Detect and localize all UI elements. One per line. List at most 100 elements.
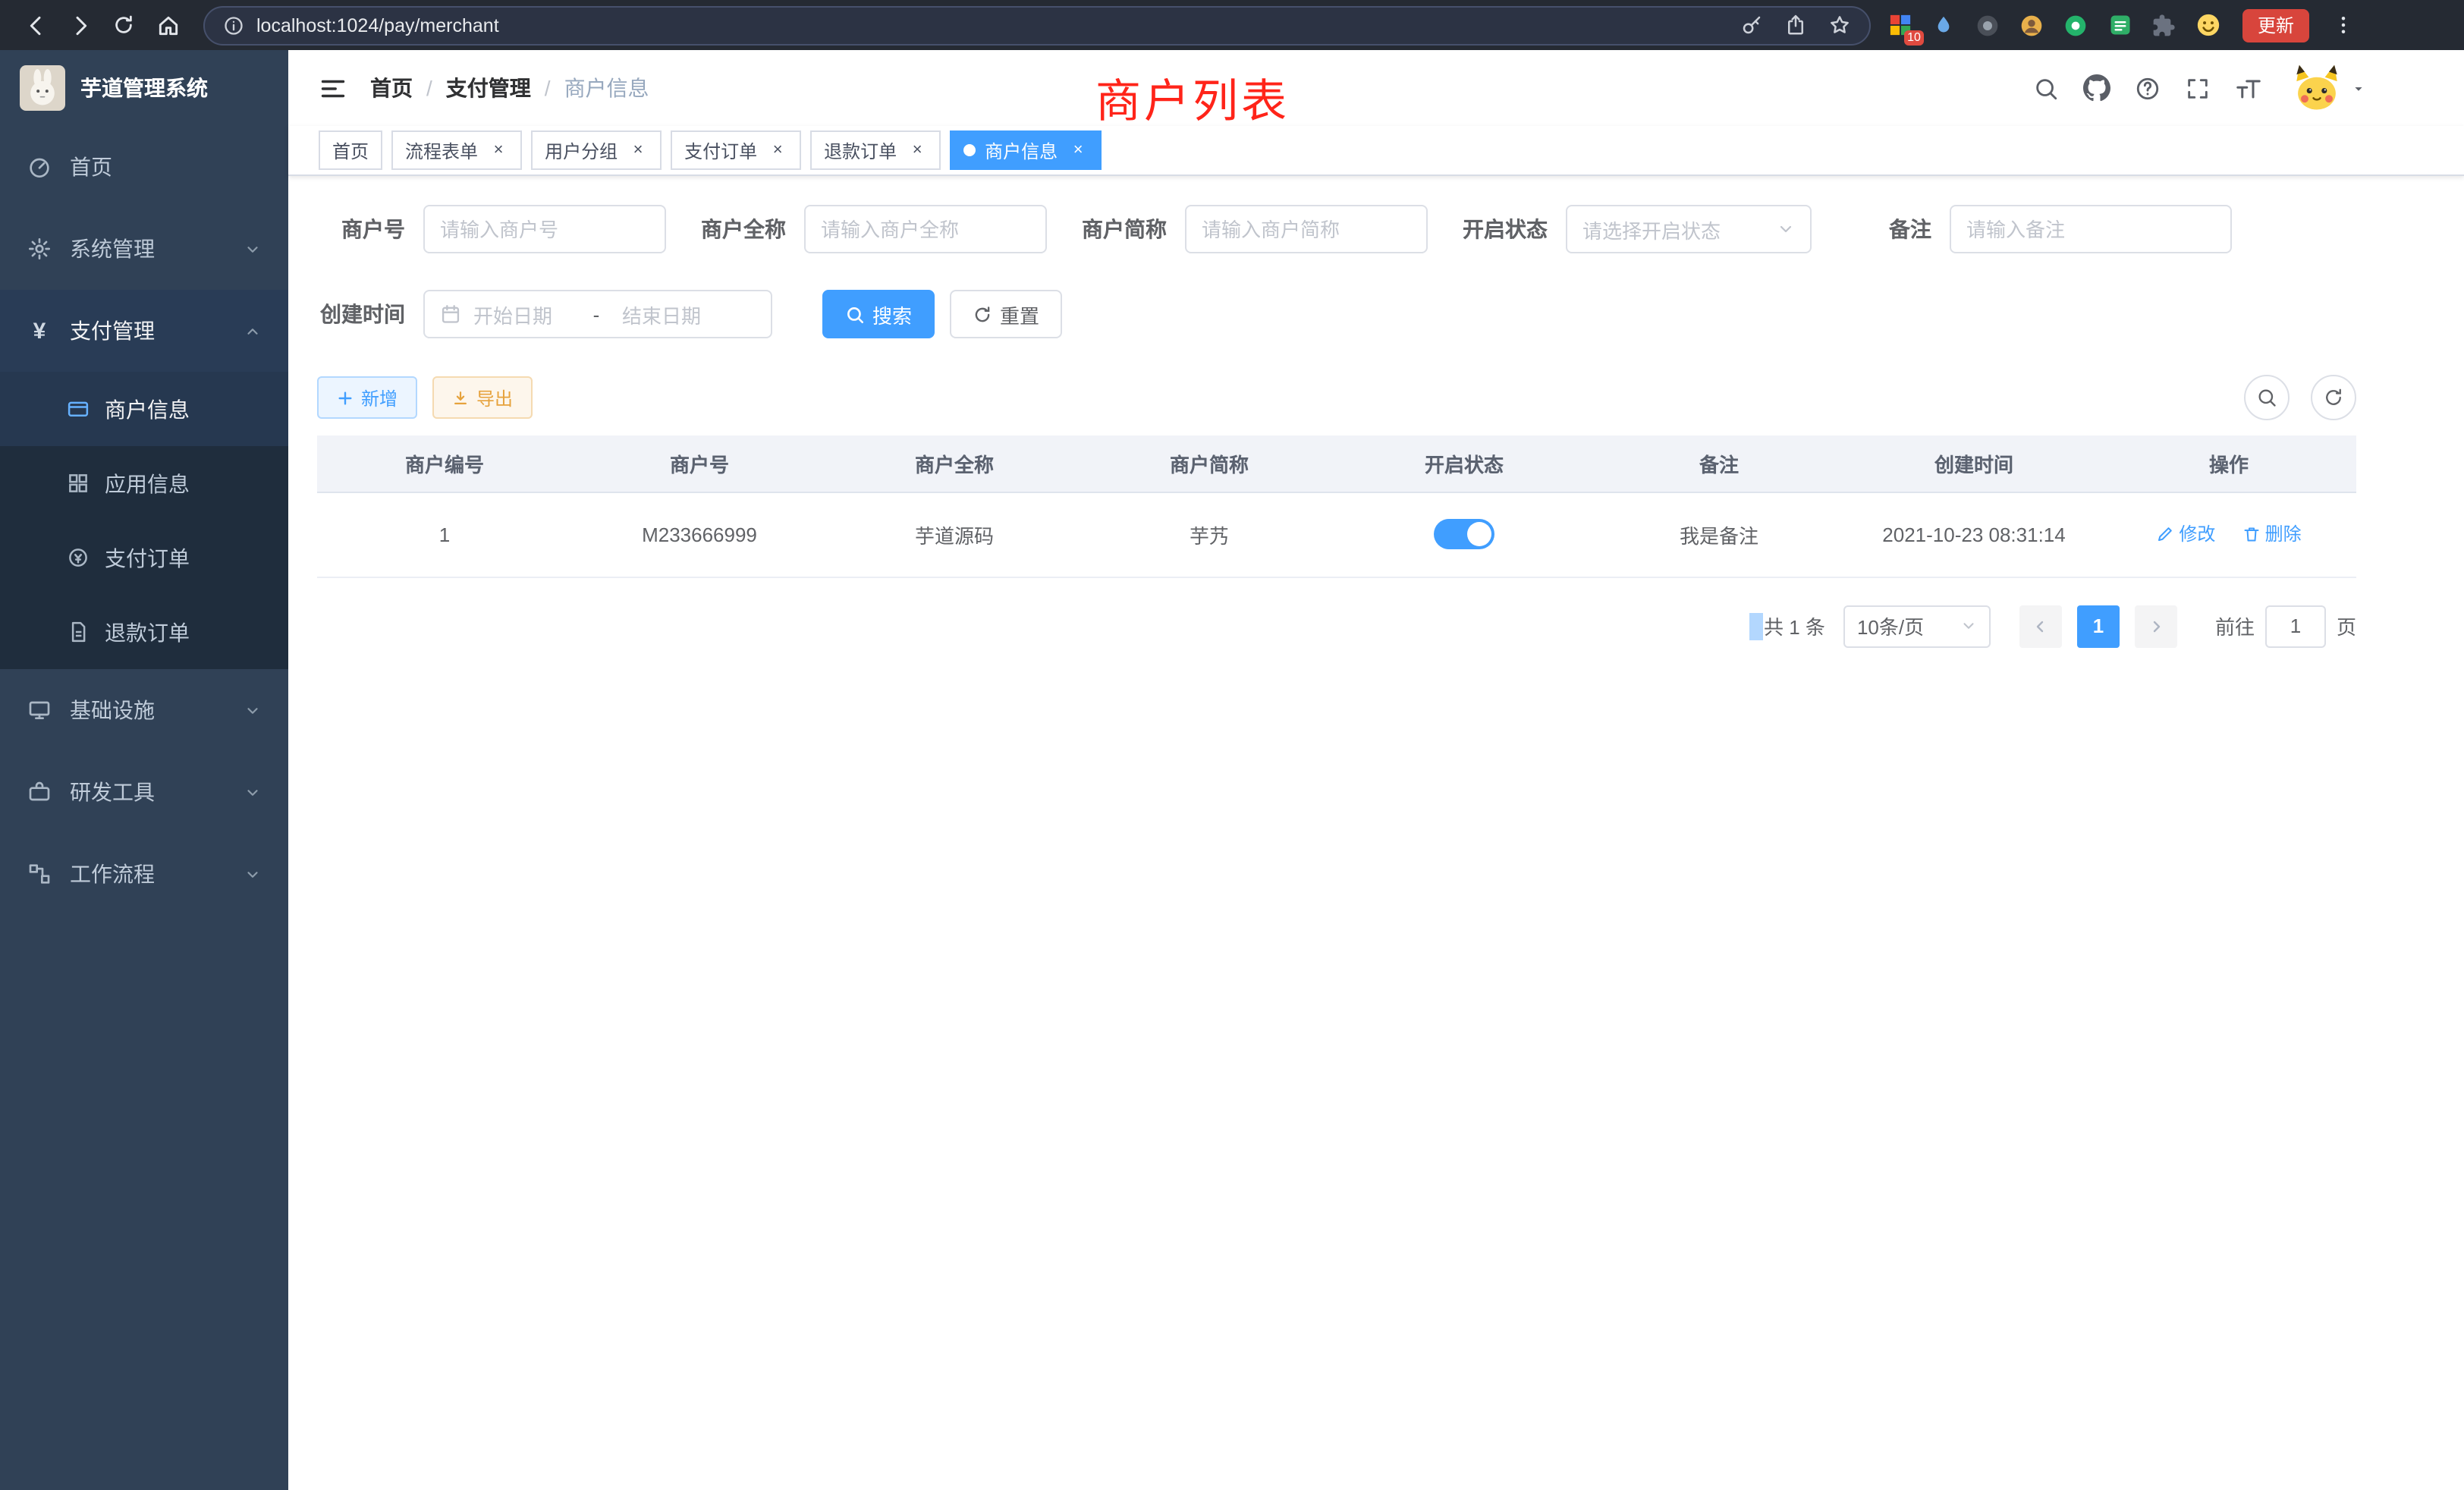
browser-forward-button[interactable] [59, 5, 100, 46]
tab-refund-order[interactable]: 退款订单 × [810, 130, 941, 170]
font-size-button[interactable] [2235, 74, 2262, 102]
close-icon[interactable]: × [489, 140, 508, 160]
sidebar-item-merchant-info[interactable]: 商户信息 [0, 372, 288, 446]
browser-update-button[interactable]: 更新 [2242, 8, 2309, 42]
table-header-row: 商户编号 商户号 商户全称 商户简称 开启状态 备注 创建时间 操作 [317, 435, 2356, 492]
page-number-1[interactable]: 1 [2077, 605, 2120, 647]
next-page-button[interactable] [2135, 605, 2177, 647]
sidebar-item-pay-order[interactable]: 支付订单 [0, 520, 288, 595]
filter-status: 开启状态 请选择开启状态 [1463, 205, 1812, 253]
browser-home-button[interactable] [147, 5, 188, 46]
goto-page-input[interactable] [2265, 605, 2326, 647]
sidebar-item-workflow[interactable]: 工作流程 [0, 833, 288, 915]
tab-pay-order[interactable]: 支付订单 × [671, 130, 801, 170]
chevron-left-icon [2032, 617, 2050, 635]
extension-dark-circle-icon[interactable] [1974, 11, 2003, 39]
sidebar-item-label: 研发工具 [70, 777, 155, 807]
monitor-icon [27, 698, 52, 722]
sidebar-item-label: 支付管理 [70, 316, 155, 346]
sidebar-item-payment[interactable]: ¥ 支付管理 [0, 290, 288, 372]
breadcrumb-home[interactable]: 首页 [370, 73, 413, 103]
page-content: 商户号 商户全称 商户简称 [288, 176, 2464, 647]
sidebar-fold-button[interactable] [319, 74, 347, 102]
sidebar-item-label: 应用信息 [105, 468, 190, 498]
browser-reload-button[interactable] [103, 5, 144, 46]
merchant-no-input[interactable] [440, 218, 649, 240]
search-button[interactable]: 搜索 [822, 290, 935, 338]
sidebar-item-app-info[interactable]: 应用信息 [0, 446, 288, 520]
key-icon[interactable] [1740, 14, 1763, 36]
user-avatar-menu[interactable] [2293, 64, 2367, 112]
url-bar[interactable]: localhost:1024/pay/merchant [203, 5, 1871, 45]
col-full-name: 商户全称 [827, 435, 1082, 492]
breadcrumb-payment[interactable]: 支付管理 [446, 73, 531, 103]
tab-label: 支付订单 [684, 137, 757, 163]
tab-home[interactable]: 首页 [319, 130, 382, 170]
search-button-label: 搜索 [872, 300, 912, 328]
back-arrow-icon [24, 13, 48, 37]
breadcrumb-separator: / [545, 76, 551, 100]
app-logo[interactable]: 芋道管理系统 [0, 50, 288, 126]
sidebar-item-refund-order[interactable]: 退款订单 [0, 595, 288, 669]
status-toggle[interactable] [1434, 519, 1494, 549]
header-search-button[interactable] [2033, 75, 2059, 101]
close-icon[interactable]: × [907, 140, 927, 160]
page-size-select[interactable]: 10条/页 [1843, 605, 1991, 647]
help-button[interactable] [2135, 75, 2161, 101]
sidebar-item-dev-tools[interactable]: 研发工具 [0, 751, 288, 833]
edit-action[interactable]: 修改 [2156, 521, 2215, 547]
full-name-input[interactable] [821, 218, 1030, 240]
filter-row-1: 商户号 商户全称 商户简称 [317, 205, 2464, 253]
remark-input[interactable] [1966, 218, 2215, 240]
extension-green-square-icon[interactable] [2106, 11, 2135, 39]
fullscreen-button[interactable] [2185, 75, 2211, 101]
export-button-label: 导出 [476, 385, 513, 410]
cell-merchant-no: M233666999 [572, 492, 827, 577]
total-text: 共 1 条 [1764, 611, 1825, 640]
col-short-name: 商户简称 [1082, 435, 1337, 492]
start-date-placeholder[interactable]: 开始日期 [473, 300, 570, 328]
toggle-search-button[interactable] [2244, 375, 2290, 420]
sidebar-item-system[interactable]: 系统管理 [0, 208, 288, 290]
status-label: 开启状态 [1463, 214, 1548, 244]
export-button[interactable]: 导出 [432, 376, 533, 419]
extension-emoji-icon[interactable] [2194, 11, 2223, 39]
close-icon[interactable]: × [768, 140, 787, 160]
add-button[interactable]: 新增 [317, 376, 417, 419]
extension-drop-icon[interactable] [1930, 11, 1959, 39]
smiley-icon [2195, 12, 2221, 38]
extension-puzzle-icon[interactable] [2150, 11, 2179, 39]
tab-process-form[interactable]: 流程表单 × [391, 130, 522, 170]
browser-menu-button[interactable] [2329, 11, 2358, 39]
extension-green-circle-icon[interactable] [2062, 11, 2091, 39]
browser-extensions: 10 更新 [1886, 8, 2452, 42]
date-range-picker[interactable]: 开始日期 - 结束日期 [423, 290, 772, 338]
bookmark-star-icon[interactable] [1828, 14, 1851, 36]
filter-merchant-no: 商户号 [317, 205, 666, 253]
goto-label: 前往 [2215, 611, 2255, 640]
extension-avatar-icon[interactable] [2018, 11, 2047, 39]
tab-merchant-info[interactable]: 商户信息 × [950, 130, 1102, 170]
share-icon[interactable] [1784, 14, 1807, 36]
reset-button[interactable]: 重置 [950, 290, 1062, 338]
short-name-input[interactable] [1202, 218, 1411, 240]
grid-icon [67, 472, 90, 495]
close-icon[interactable]: × [628, 140, 648, 160]
browser-back-button[interactable] [15, 5, 56, 46]
sidebar-item-infrastructure[interactable]: 基础设施 [0, 669, 288, 751]
green-circle-icon [2064, 13, 2088, 37]
col-create-time: 创建时间 [1846, 435, 2101, 492]
gear-icon [27, 237, 52, 261]
close-icon[interactable]: × [1068, 140, 1088, 160]
tab-user-group[interactable]: 用户分组 × [531, 130, 662, 170]
col-merchant-id: 商户编号 [317, 435, 572, 492]
end-date-placeholder[interactable]: 结束日期 [622, 300, 719, 328]
extension-colorful-icon[interactable]: 10 [1886, 11, 1915, 39]
status-select[interactable]: 请选择开启状态 [1566, 205, 1812, 253]
prev-page-button[interactable] [2019, 605, 2062, 647]
browser-toolbar: localhost:1024/pay/merchant 10 [0, 0, 2464, 50]
delete-action[interactable]: 删除 [2242, 521, 2302, 547]
github-link[interactable] [2083, 74, 2110, 102]
refresh-table-button[interactable] [2311, 375, 2356, 420]
sidebar-item-home[interactable]: 首页 [0, 126, 288, 208]
